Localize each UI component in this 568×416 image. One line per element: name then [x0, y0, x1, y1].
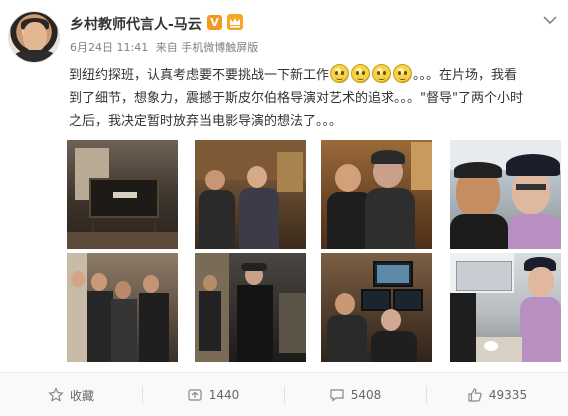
photo-grid [67, 140, 561, 362]
sleepy-emoji-icon [330, 64, 350, 83]
favorite-label: 收藏 [69, 388, 94, 403]
star-icon [48, 387, 64, 402]
post-text: 到纽约探班，认真考虑要不要挑战一下新工作 。。。在片场，我看 到了细节，想象力，震… [69, 64, 557, 133]
set-crowd-photo[interactable] [67, 253, 178, 362]
post-line-2: 到了细节，想象力，震撼于斯皮尔伯格导演对艺术的追求。。。"督导"了两个小时 [69, 91, 523, 106]
post-line-1: 到纽约探班，认真考虑要不要挑战一下新工作 。。。在片场，我看 [69, 64, 557, 87]
wood-room-selfie-photo[interactable] [321, 140, 432, 249]
member-crown-icon[interactable] [227, 14, 243, 30]
sleepy-emoji-icon [393, 64, 413, 83]
office-group-photo[interactable] [195, 140, 306, 249]
trailer-selfie-photo[interactable] [450, 140, 561, 249]
repost-count: 1440 [208, 388, 240, 402]
avatar-face [23, 22, 47, 52]
chevron-down-icon[interactable] [542, 14, 558, 26]
like-count: 49335 [488, 388, 528, 402]
avatar[interactable] [8, 11, 60, 63]
verified-badge-icon[interactable]: V [207, 15, 222, 30]
username-link[interactable]: 乡村教师代言人-马云 [70, 14, 202, 34]
repost-button[interactable]: 1440 [142, 373, 284, 416]
post-text-segment: 。。。在片场，我看 [413, 68, 518, 83]
sleepy-emoji-icon [351, 64, 371, 83]
post-source: 来自 手机微博触屏版 [155, 41, 259, 54]
post-line-3: 之后，我决定暂时放弃当电影导演的想法了。。。 [69, 114, 343, 129]
sleepy-emoji-icon [372, 64, 392, 83]
post-text-segment: 到纽约探班，认真考虑要不要挑战一下新工作 [69, 68, 330, 83]
comment-button[interactable]: 5408 [284, 373, 426, 416]
thumbs-up-icon [468, 388, 482, 402]
like-button[interactable]: 49335 [426, 373, 568, 416]
comment-icon [330, 389, 344, 402]
director-chair-photo[interactable] [67, 140, 178, 249]
action-bar: 收藏 1440 5408 49335 [0, 372, 568, 416]
post-meta: 6月24日 11:41 来自 手机微博触屏版 [70, 39, 262, 55]
studio-walk-photo[interactable] [195, 253, 306, 362]
weibo-post-card: 乡村教师代言人-马云 V 6月24日 11:41 来自 手机微博触屏版 到纽约探… [0, 0, 568, 416]
monitor-room-photo[interactable] [321, 253, 432, 362]
favorite-button[interactable]: 收藏 [0, 373, 142, 416]
repost-icon [188, 389, 202, 401]
comment-count: 5408 [350, 388, 382, 402]
trailer-table-photo[interactable] [450, 253, 561, 362]
avatar-shirt [13, 50, 57, 62]
post-timestamp[interactable]: 6月24日 11:41 [70, 41, 148, 54]
